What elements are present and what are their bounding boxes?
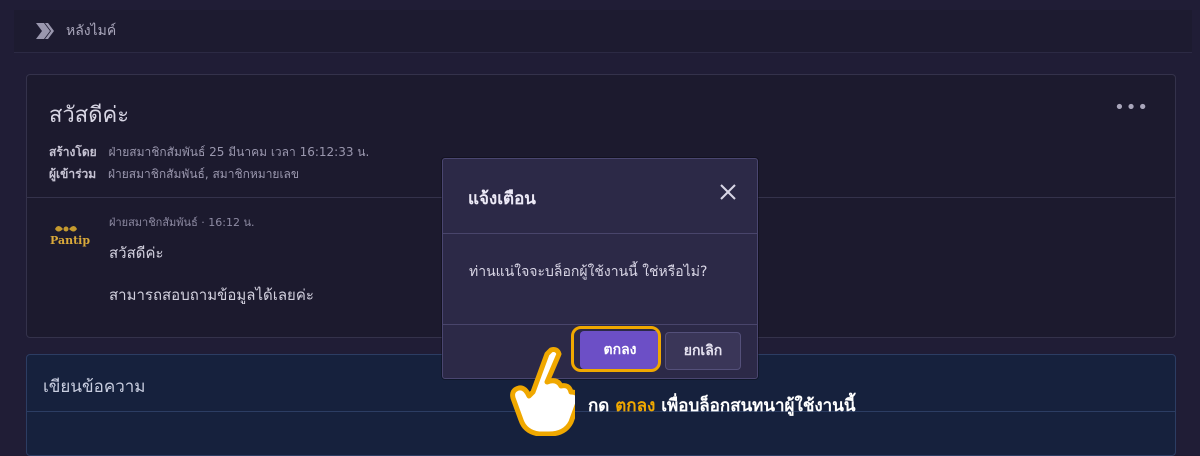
created-by-row: สร้างโดย ฝ่ายสมาชิกสัมพันธ์ 25 มีนาคม เว…: [49, 143, 369, 162]
message-line-1: สวัสดีค่ะ: [109, 244, 164, 262]
instruction-text: กด ตกลง เพื่อบล็อกสนทนาผู้ใช้งานนี้: [588, 392, 855, 419]
pantip-avatar: Pantip: [50, 226, 90, 247]
created-by-value: ฝ่ายสมาชิกสัมพันธ์ 25 มีนาคม เวลา 16:12:…: [108, 145, 370, 159]
ok-button-highlight: [571, 326, 661, 372]
chat-title: สวัสดีค่ะ: [49, 103, 130, 128]
pantip-arrow-icon: [36, 23, 54, 39]
message-line-2: สามารถสอบถามข้อมูลได้เลยค่ะ: [109, 286, 314, 304]
message-author-time: ฝ่ายสมาชิกสัมพันธ์ · 16:12 น.: [109, 216, 255, 229]
instruction-highlight: ตกลง: [615, 396, 656, 416]
top-breadcrumb-bar: หลังไมค์: [14, 10, 1192, 53]
compose-label: เขียนข้อความ: [43, 377, 146, 397]
instruction-suffix: เพื่อบล็อกสนทนาผู้ใช้งานนี้: [661, 396, 856, 416]
cancel-button[interactable]: ยกเลิก: [665, 332, 741, 370]
participants-row: ผู้เข้าร่วม ฝ่ายสมาชิกสัมพันธ์, สมาชิกหม…: [49, 165, 299, 184]
participants-label: ผู้เข้าร่วม: [49, 167, 97, 181]
svg-text:Pantip: Pantip: [50, 234, 90, 247]
dialog-title: แจ้งเตือน: [468, 189, 536, 209]
breadcrumb-label[interactable]: หลังไมค์: [66, 20, 116, 42]
dialog-message: ท่านแน่ใจจะบล็อกผู้ใช้งานนี้ ใช่หรือไม่?: [469, 264, 708, 280]
dialog-footer-divider: [443, 324, 757, 325]
created-by-label: สร้างโดย: [49, 145, 97, 159]
pointing-hand-icon: [510, 347, 575, 436]
close-icon[interactable]: [719, 183, 737, 201]
participants-value: ฝ่ายสมาชิกสัมพันธ์, สมาชิกหมายเลข: [108, 167, 300, 181]
more-options-icon[interactable]: •••: [1114, 97, 1149, 118]
instruction-prefix: กด: [588, 396, 610, 416]
